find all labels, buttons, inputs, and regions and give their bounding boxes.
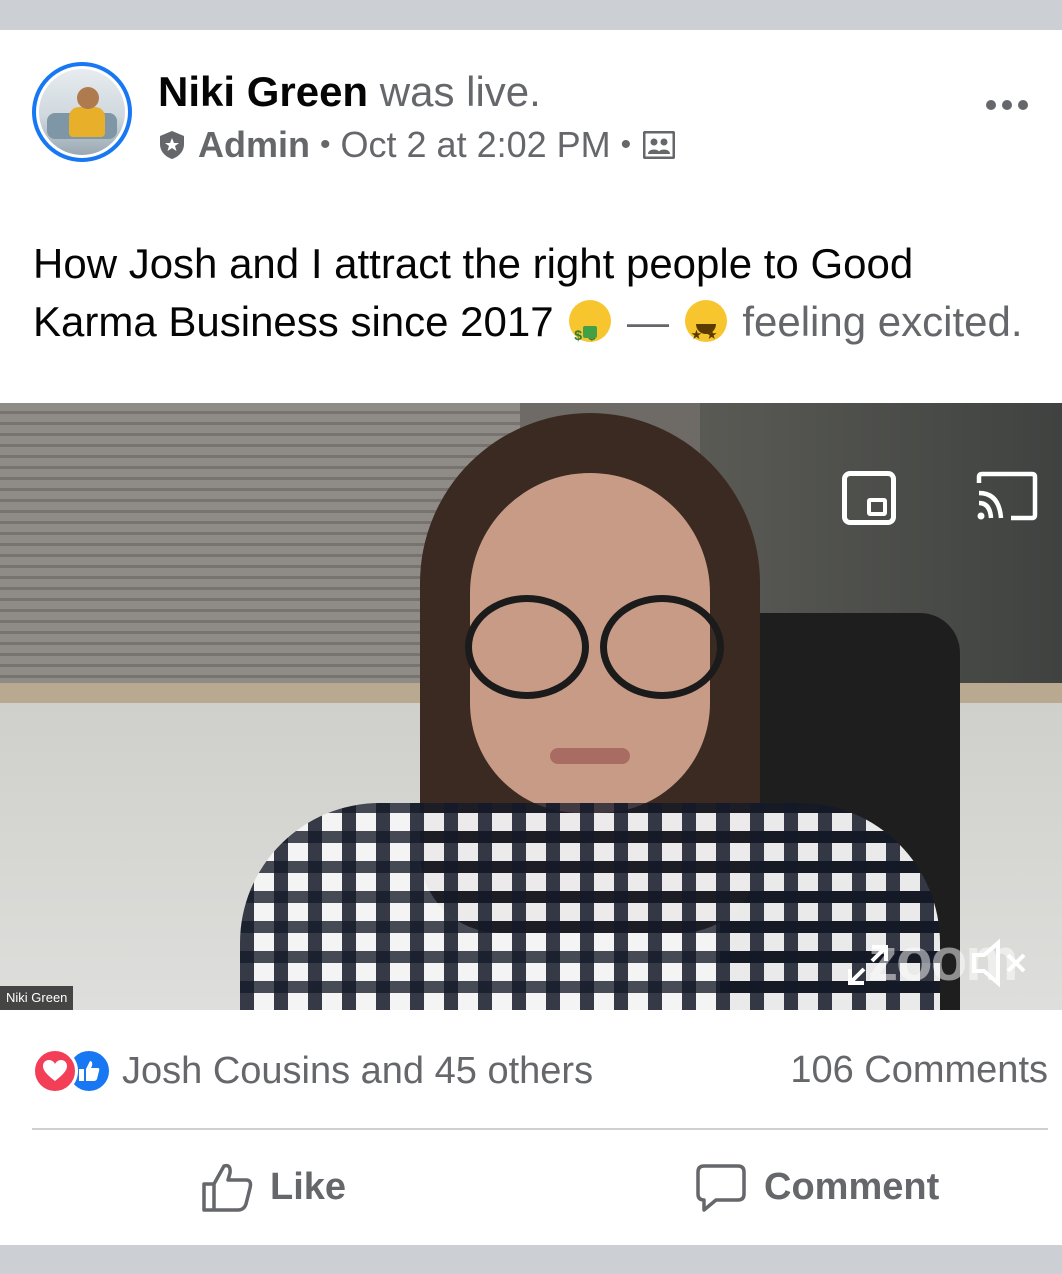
comments-count[interactable]: 106 Comments <box>790 1048 1048 1092</box>
divider <box>32 1128 1048 1130</box>
love-reaction-icon <box>32 1048 78 1094</box>
mute-icon[interactable] <box>970 937 1030 989</box>
comment-button[interactable]: Comment <box>694 1156 939 1218</box>
post-body: How Josh and I attract the right people … <box>33 235 1033 364</box>
like-label: Like <box>270 1165 347 1208</box>
role-label: Admin <box>198 124 310 165</box>
live-video-player[interactable]: zoom Niki Green <box>0 403 1062 1010</box>
cast-icon[interactable] <box>975 471 1039 521</box>
avatar-photo <box>39 69 125 155</box>
post-card: Niki Green was live. Admin • Oct 2 at 2:… <box>0 30 1062 1245</box>
comment-bubble-icon <box>696 1164 746 1212</box>
picture-in-picture-icon[interactable] <box>842 471 896 525</box>
post-header-title: Niki Green was live. <box>158 68 541 116</box>
more-options-icon[interactable] <box>982 90 1032 120</box>
dash-separator: — <box>626 298 669 345</box>
group-icon <box>643 131 676 159</box>
expand-icon[interactable] <box>846 943 890 987</box>
feeling-value[interactable]: excited. <box>878 298 1023 345</box>
speaker-name-tag: Niki Green <box>0 986 74 1010</box>
author-name[interactable]: Niki Green <box>158 68 368 115</box>
reaction-summary[interactable]: Josh Cousins and 45 others <box>32 1048 593 1094</box>
author-avatar[interactable] <box>32 62 132 162</box>
money-mouth-face-emoji <box>569 300 612 364</box>
post-meta: Admin • Oct 2 at 2:02 PM • <box>158 123 676 167</box>
comment-label: Comment <box>764 1165 940 1208</box>
live-status-text: was live. <box>379 68 541 115</box>
separator-dot: • <box>320 128 331 161</box>
shield-star-icon <box>160 131 184 159</box>
timestamp[interactable]: Oct 2 at 2:02 PM <box>341 123 611 167</box>
like-button[interactable]: Like <box>200 1156 346 1218</box>
thumbs-up-icon <box>202 1163 253 1212</box>
feeling-label: feeling <box>742 298 867 345</box>
separator-dot: • <box>620 128 632 161</box>
star-struck-emoji <box>684 300 727 364</box>
reaction-summary-text: Josh Cousins and 45 others <box>122 1049 594 1092</box>
